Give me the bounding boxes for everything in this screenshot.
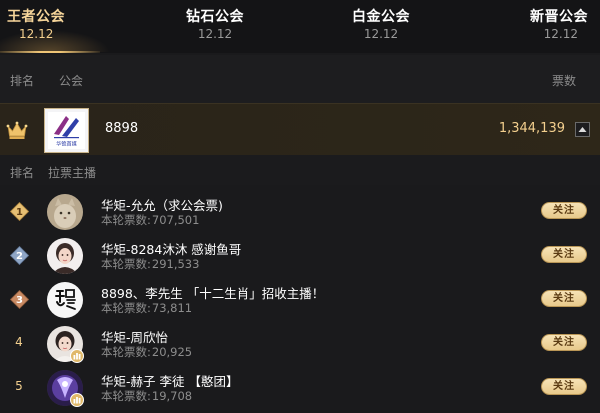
tab-label: 王者公会 (7, 9, 65, 25)
tab-label: 白金公会 (352, 9, 410, 25)
rank-number: 4 (15, 335, 23, 349)
streamer-row[interactable]: 5 华矩-赫子 李徒 【憨团】 本轮票数:19,708 关注 (0, 366, 600, 410)
streamer-table-header: 排名 拉票主播 (0, 155, 600, 185)
follow-button[interactable]: 关注 (541, 334, 587, 351)
streamer-row[interactable]: 2 华矩-8284沐沐 感谢鱼哥 本轮票数:291,533 关注 (0, 234, 600, 278)
rank-column-header: 排名 (10, 166, 35, 180)
guild-logo[interactable]: 华铯首媒 (44, 108, 89, 153)
rank-column-header: 排名 (10, 74, 35, 88)
votes-column-header: 票数 (551, 74, 576, 88)
guild-table-header: 排名 公会 票数 (0, 55, 600, 103)
streamer-votes: 本轮票数:291,533 (101, 257, 200, 271)
avatar[interactable] (47, 194, 83, 230)
tab-date: 12.12 (543, 27, 578, 41)
svg-text:3: 3 (16, 295, 23, 306)
host-level-icon (70, 349, 84, 363)
follow-button[interactable]: 关注 (541, 246, 587, 263)
rank-number: 5 (15, 379, 23, 393)
crown-icon (6, 121, 28, 139)
guild-name: 8898 (105, 121, 139, 136)
tab-label: 新晋公会 (530, 9, 588, 25)
avatar[interactable] (47, 282, 83, 318)
collapse-button[interactable] (575, 122, 590, 137)
streamer-votes: 本轮票数:73,811 (101, 301, 193, 315)
svg-text:2: 2 (16, 251, 23, 262)
avatar[interactable] (47, 238, 83, 274)
tab-new-guild[interactable]: 新晋公会 12.12 (450, 0, 600, 53)
guild-column-header: 公会 (59, 74, 84, 88)
follow-button[interactable]: 关注 (541, 290, 587, 307)
streamer-votes: 本轮票数:707,501 (101, 213, 200, 227)
guild-votes: 1,344,139 (498, 121, 565, 136)
streamer-votes: 本轮票数:19,708 (101, 389, 193, 403)
follow-button[interactable]: 关注 (541, 202, 587, 219)
streamer-votes: 本轮票数:20,925 (101, 345, 193, 359)
follow-button[interactable]: 关注 (541, 378, 587, 395)
streamer-row[interactable]: 3 8898、李先生 「十二生肖」招收主播！ 本轮票数:73,811 关注 (0, 278, 600, 322)
guild-row[interactable]: 华铯首媒 8898 1,344,139 (0, 103, 600, 155)
tab-date: 12.12 (197, 27, 233, 41)
active-tab-underline (0, 51, 100, 53)
streamer-row[interactable]: 4 华矩-周欣怡 本轮票数:20,925 关注 (0, 322, 600, 366)
tab-label: 钻石公会 (186, 9, 244, 25)
guild-tier-tabs: 王者公会 12.12 钻石公会 12.12 白金公会 12.12 新晋公会 12… (0, 0, 600, 53)
rank-3-badge-icon: 3 (10, 290, 29, 309)
tab-king-guild[interactable]: 王者公会 12.12 (0, 0, 150, 53)
guild-logo-text: 华铯首媒 (56, 140, 78, 148)
rank-1-badge-icon: 1 (10, 202, 29, 221)
host-level-icon (70, 393, 84, 407)
streamer-column-header: 拉票主播 (48, 166, 97, 180)
rank-2-badge-icon: 2 (10, 246, 29, 265)
tab-diamond-guild[interactable]: 钻石公会 12.12 (140, 0, 290, 53)
streamer-row[interactable]: 1 华矩-允允（求公会票) 本轮票数:707,501 关注 (0, 190, 600, 234)
chevron-up-icon (578, 127, 587, 132)
svg-text:1: 1 (16, 207, 23, 218)
guild-logo-mark: 华铯首媒 (48, 112, 85, 149)
